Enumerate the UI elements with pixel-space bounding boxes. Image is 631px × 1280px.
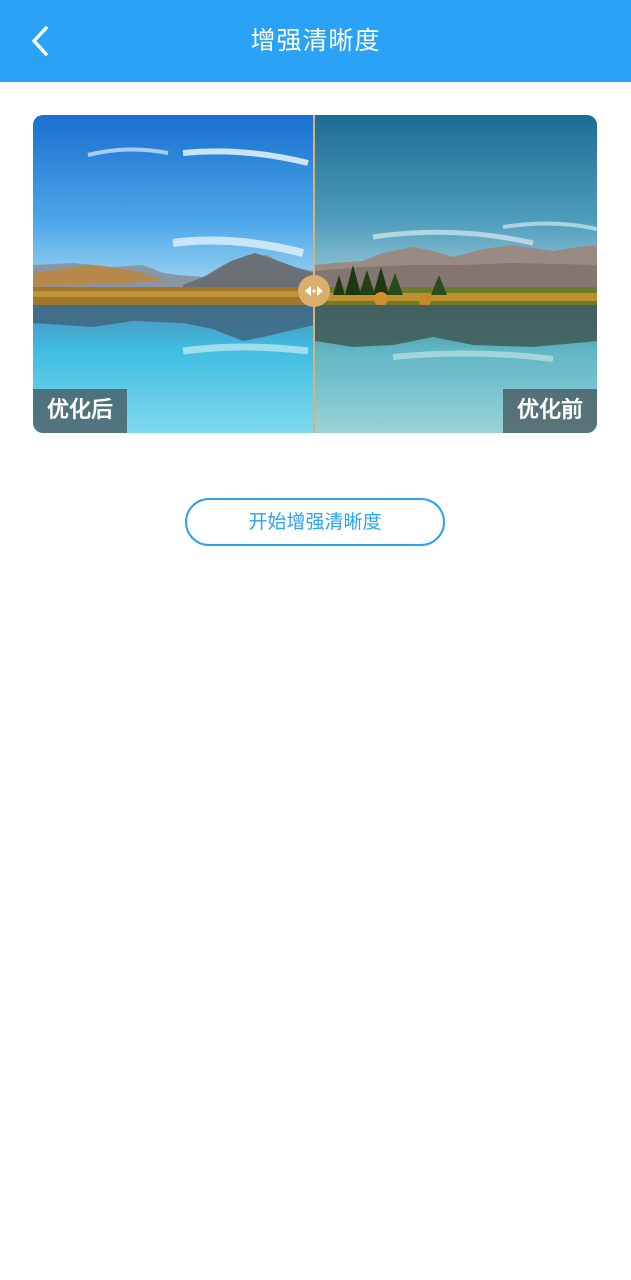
compare-divider — [313, 115, 315, 433]
after-label: 优化后 — [33, 389, 128, 433]
left-right-arrows-icon — [305, 286, 323, 296]
before-after-compare[interactable]: 优化后 优化前 — [33, 115, 597, 433]
app-header: 增强清晰度 — [0, 0, 631, 82]
landscape-comparison-image — [33, 115, 597, 433]
compare-drag-handle[interactable] — [298, 275, 330, 307]
page-title: 增强清晰度 — [250, 26, 381, 55]
start-enhance-button[interactable]: 开始增强清晰度 — [185, 498, 445, 546]
before-label: 优化前 — [502, 389, 597, 433]
